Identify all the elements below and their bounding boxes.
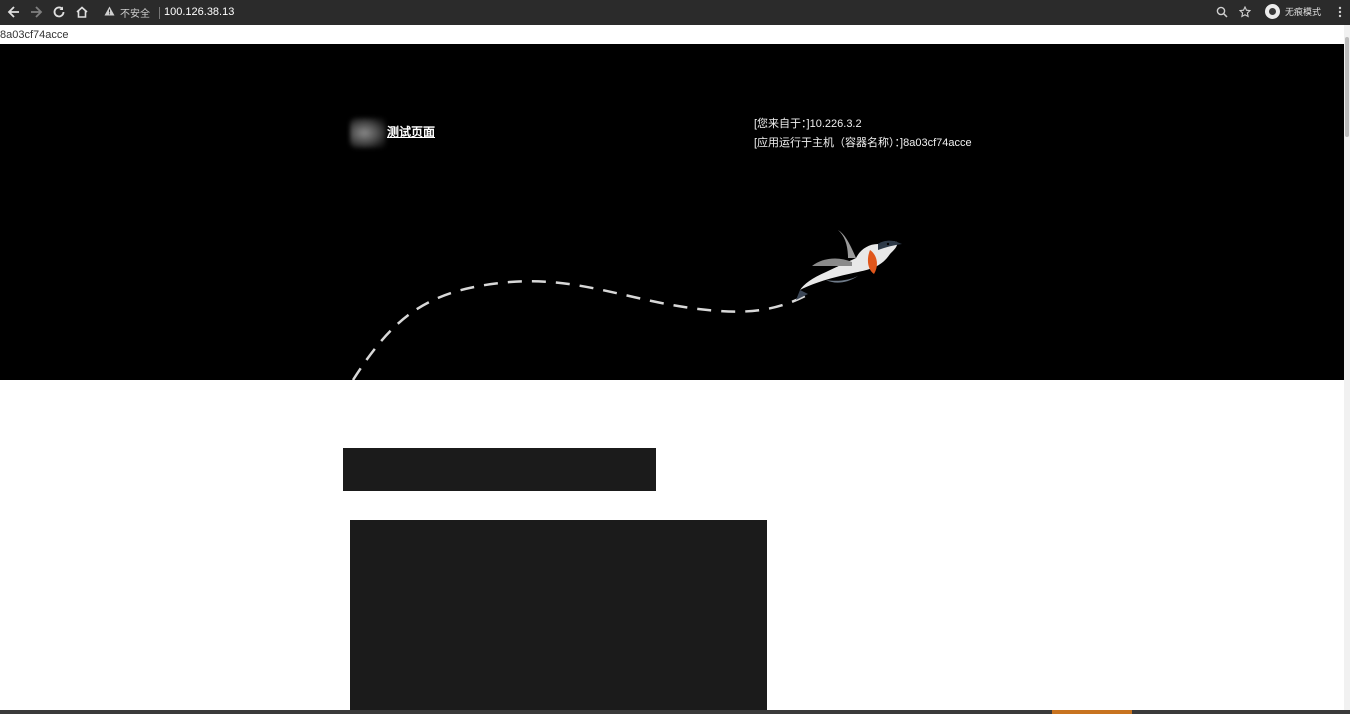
zoom-icon[interactable] xyxy=(1214,4,1230,20)
star-icon[interactable] xyxy=(1237,4,1253,20)
hero-banner: 测试页面 [您来自于：]10.226.3.2 [应用运行于主机（容器名称）：]8… xyxy=(0,44,1344,380)
content-block-heading xyxy=(343,448,656,491)
menu-icon[interactable] xyxy=(1332,4,1348,20)
host-header-text: 8a03cf74acce xyxy=(0,29,69,41)
client-ip-text: [您来自于：]10.226.3.2 xyxy=(754,118,862,130)
site-title-link[interactable]: 测试页面 xyxy=(387,123,435,140)
browser-toolbar: 不安全 100.126.38.13 无痕模式 xyxy=(0,0,1350,25)
site-security-indicator[interactable]: 不安全 xyxy=(104,5,160,20)
container-name-text: [应用运行于主机（容器名称）：]8a03cf74acce xyxy=(754,137,972,149)
flight-path xyxy=(351,280,806,380)
bird-icon xyxy=(796,230,902,300)
profile-icon xyxy=(1265,4,1280,19)
bottom-accent xyxy=(1052,710,1132,714)
content-block-body xyxy=(350,520,767,710)
scrollbar-thumb[interactable] xyxy=(1345,37,1349,137)
divider xyxy=(159,6,160,19)
profile-label: 无痕模式 xyxy=(1285,7,1322,17)
warning-icon xyxy=(104,6,115,19)
back-icon[interactable] xyxy=(6,4,22,20)
reload-icon[interactable] xyxy=(51,4,67,20)
address-bar[interactable]: 100.126.38.13 xyxy=(164,6,234,18)
bottom-edge xyxy=(0,710,1350,714)
site-logo xyxy=(350,118,386,148)
hero-illustration xyxy=(351,230,902,380)
security-label: 不安全 xyxy=(120,9,150,20)
profile-button[interactable]: 无痕模式 xyxy=(1265,4,1321,19)
home-icon[interactable] xyxy=(74,4,90,20)
scrollbar[interactable] xyxy=(1344,25,1350,713)
forward-icon[interactable] xyxy=(28,4,44,20)
